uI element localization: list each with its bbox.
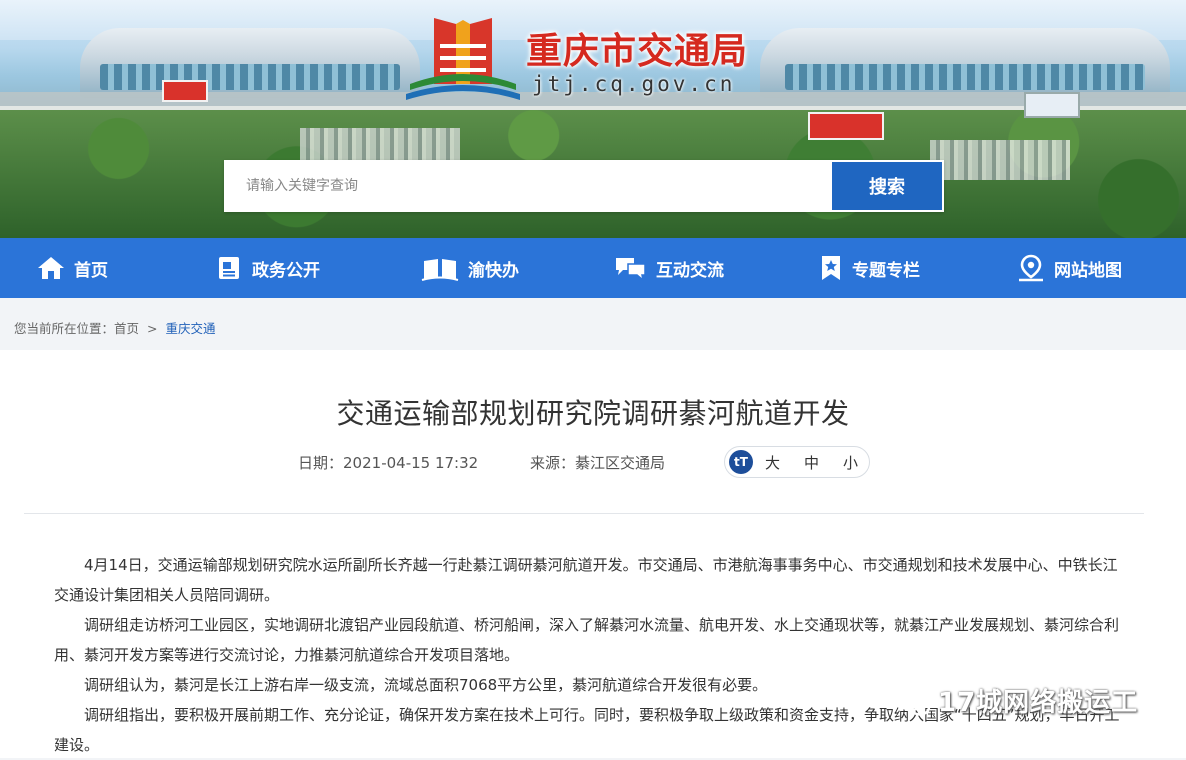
font-size-small[interactable]: 小 (843, 452, 858, 473)
article-paragraph: 4月14日，交通运输部规划研究院水运所副所长齐越一行赴綦江调研綦河航道开发。市交… (54, 556, 1118, 604)
chat-icon (616, 258, 646, 281)
font-size-medium[interactable]: 中 (804, 452, 819, 473)
nav-item-label: 渝快办 (468, 260, 519, 281)
banner-terminal-left (80, 28, 420, 98)
nav-item-site-map[interactable]: 网站地图 (1016, 238, 1122, 298)
article-source: 来源：綦江区交通局 (530, 452, 665, 473)
home-icon (38, 257, 64, 279)
nav-item-label: 首页 (74, 260, 108, 281)
nav-item-label: 政务公开 (252, 260, 320, 281)
source-label: 来源： (530, 454, 576, 472)
font-size-large[interactable]: 大 (765, 452, 780, 473)
breadcrumb-separator: > (147, 321, 158, 336)
main-nav: 首页 政务公开 渝快办 互动交流 专题专栏 网站地图 (0, 238, 1186, 298)
breadcrumb-current-link[interactable]: 重庆交通 (165, 321, 215, 336)
book-icon (421, 259, 459, 281)
nav-item-yukuaiban[interactable]: 渝快办 (420, 238, 519, 298)
breadcrumb-home-link[interactable]: 首页 (114, 321, 139, 336)
nav-item-government-affairs[interactable]: 政务公开 (216, 238, 320, 298)
site-title: 重庆市交通局 (526, 31, 749, 72)
nav-item-special-topics[interactable]: 专题专栏 (818, 238, 920, 298)
site-logo-icon (406, 18, 520, 100)
banner-terminal-right (760, 28, 1170, 98)
article-paragraph: 调研组走访桥河工业园区，实地调研北渡铝产业园段航道、桥河船闸，深入了解綦河水流量… (54, 616, 1120, 664)
nav-item-label: 互动交流 (656, 260, 724, 281)
nav-item-label: 网站地图 (1054, 260, 1122, 281)
bookmark-star-icon (822, 256, 840, 280)
banner-parking (930, 140, 1070, 180)
document-icon (219, 257, 239, 279)
nav-item-interaction[interactable]: 互动交流 (614, 238, 724, 298)
header-banner: 重庆市交通局 jtj.cq.gov.cn 搜索 (0, 0, 1186, 238)
banner-billboard (808, 112, 884, 140)
breadcrumb: 您当前所在位置：首页 > 重庆交通 (14, 318, 216, 337)
source-value: 綦江区交通局 (575, 454, 666, 472)
search-button[interactable]: 搜索 (832, 162, 942, 210)
breadcrumb-prefix: 您当前所在位置： (14, 321, 115, 336)
banner-billboard (1024, 92, 1080, 118)
article-divider (24, 513, 1144, 514)
article-date: 日期：2021-04-15 17:32 (298, 452, 478, 473)
date-value: 2021-04-15 17:32 (343, 454, 479, 472)
search-input[interactable] (226, 162, 832, 210)
watermark-text: 17城网络搬运工 (938, 688, 1139, 718)
map-pin-icon (1019, 254, 1043, 282)
nav-item-home[interactable]: 首页 (36, 238, 108, 298)
font-size-icon: tT (729, 450, 753, 474)
date-label: 日期： (298, 454, 344, 472)
search-bar: 搜索 (224, 160, 944, 212)
article-title: 交通运输部规划研究院调研綦河航道开发 (336, 397, 850, 430)
site-domain: jtj.cq.gov.cn (532, 72, 736, 96)
banner-billboard (162, 80, 208, 102)
nav-item-label: 专题专栏 (852, 260, 920, 281)
wechat-watermark-icon (898, 690, 931, 716)
font-size-switch: tT 大 中 小 (724, 446, 870, 478)
